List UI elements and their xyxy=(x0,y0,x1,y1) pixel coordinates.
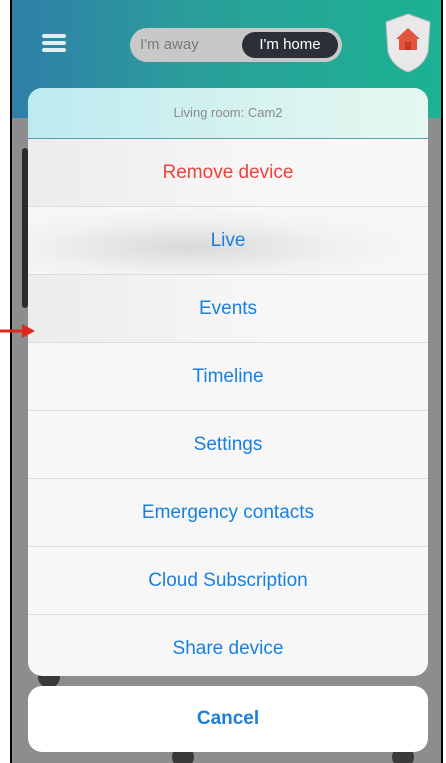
timeline-button[interactable]: Timeline xyxy=(28,343,428,411)
home-shield-icon[interactable] xyxy=(384,12,432,74)
cancel-button[interactable]: Cancel xyxy=(28,686,428,752)
remove-device-button[interactable]: Remove device xyxy=(28,139,428,207)
settings-button[interactable]: Settings xyxy=(28,411,428,479)
mode-toggle[interactable]: I'm away I'm home xyxy=(130,28,342,62)
cloud-subscription-button[interactable]: Cloud Subscription xyxy=(28,547,428,615)
events-button[interactable]: Events xyxy=(28,275,428,343)
share-device-button[interactable]: Share device xyxy=(28,615,428,676)
action-sheet: Living room: Cam2 Remove device Live Eve… xyxy=(28,88,428,676)
emergency-contacts-button[interactable]: Emergency contacts xyxy=(28,479,428,547)
live-button[interactable]: Live xyxy=(28,207,428,275)
annotation-arrow-icon xyxy=(0,324,35,338)
mode-away-option[interactable]: I'm away xyxy=(140,28,199,62)
hamburger-menu-icon[interactable] xyxy=(42,34,66,52)
app-screen: I'm away I'm home Living room: Cam2 Remo… xyxy=(10,0,443,763)
action-sheet-title: Living room: Cam2 xyxy=(28,88,428,139)
mode-home-option[interactable]: I'm home xyxy=(242,32,338,58)
